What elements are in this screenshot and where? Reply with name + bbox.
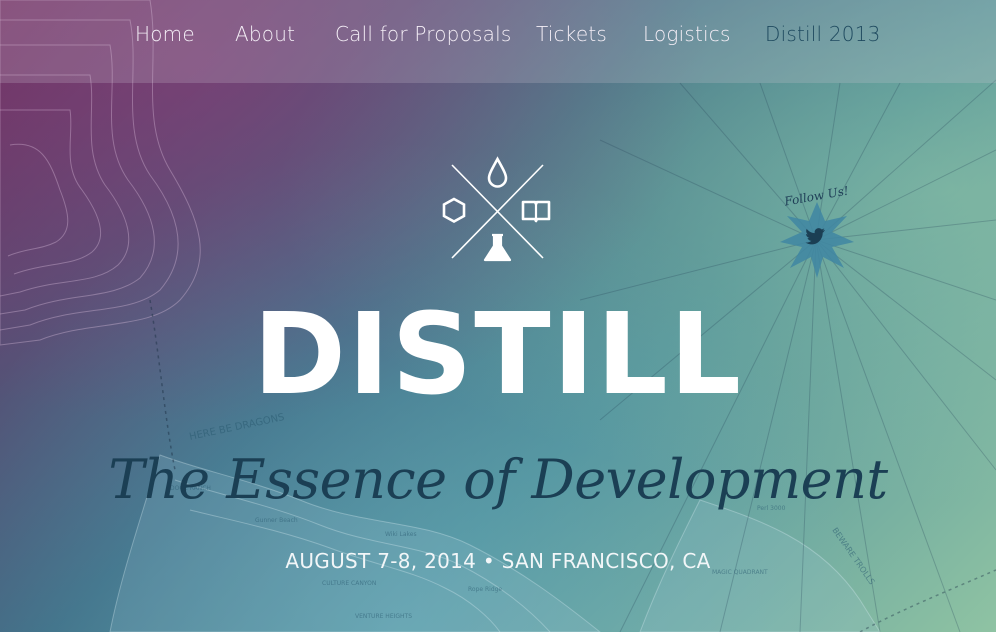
nav-tickets[interactable]: Tickets bbox=[536, 22, 607, 46]
nav-call-for-proposals[interactable]: Call for Proposals bbox=[335, 22, 511, 46]
distill-logo-mark bbox=[442, 156, 551, 262]
map-label: Rope Ridge bbox=[468, 586, 502, 593]
event-date-location: AUGUST 7-8, 2014 • SAN FRANCISCO, CA bbox=[285, 549, 711, 573]
follow-us-twitter-link[interactable]: Follow Us! bbox=[772, 178, 862, 282]
hero-title: DISTILL bbox=[252, 290, 744, 420]
nav-home[interactable]: Home bbox=[135, 22, 195, 46]
map-label: Wiki Lakes bbox=[385, 531, 417, 538]
flask-icon bbox=[483, 233, 512, 262]
nav-distill-2013[interactable]: Distill 2013 bbox=[765, 22, 881, 46]
hero-tagline: The Essence of Development bbox=[108, 448, 888, 511]
hero-background: HERE BE DRAGONS DOGE RANCH Gunner Beach … bbox=[0, 0, 996, 632]
book-icon bbox=[521, 200, 551, 223]
map-label: Gunner Beach bbox=[255, 517, 298, 524]
nav-logistics[interactable]: Logistics bbox=[643, 22, 731, 46]
nav-about[interactable]: About bbox=[235, 22, 295, 46]
map-label: CULTURE CANYON bbox=[322, 580, 376, 587]
map-label: VENTURE HEIGHTS bbox=[355, 613, 412, 620]
drop-icon bbox=[487, 156, 508, 188]
top-navbar: Home About Call for Proposals Tickets Lo… bbox=[0, 0, 996, 83]
hexagon-icon bbox=[442, 197, 466, 223]
